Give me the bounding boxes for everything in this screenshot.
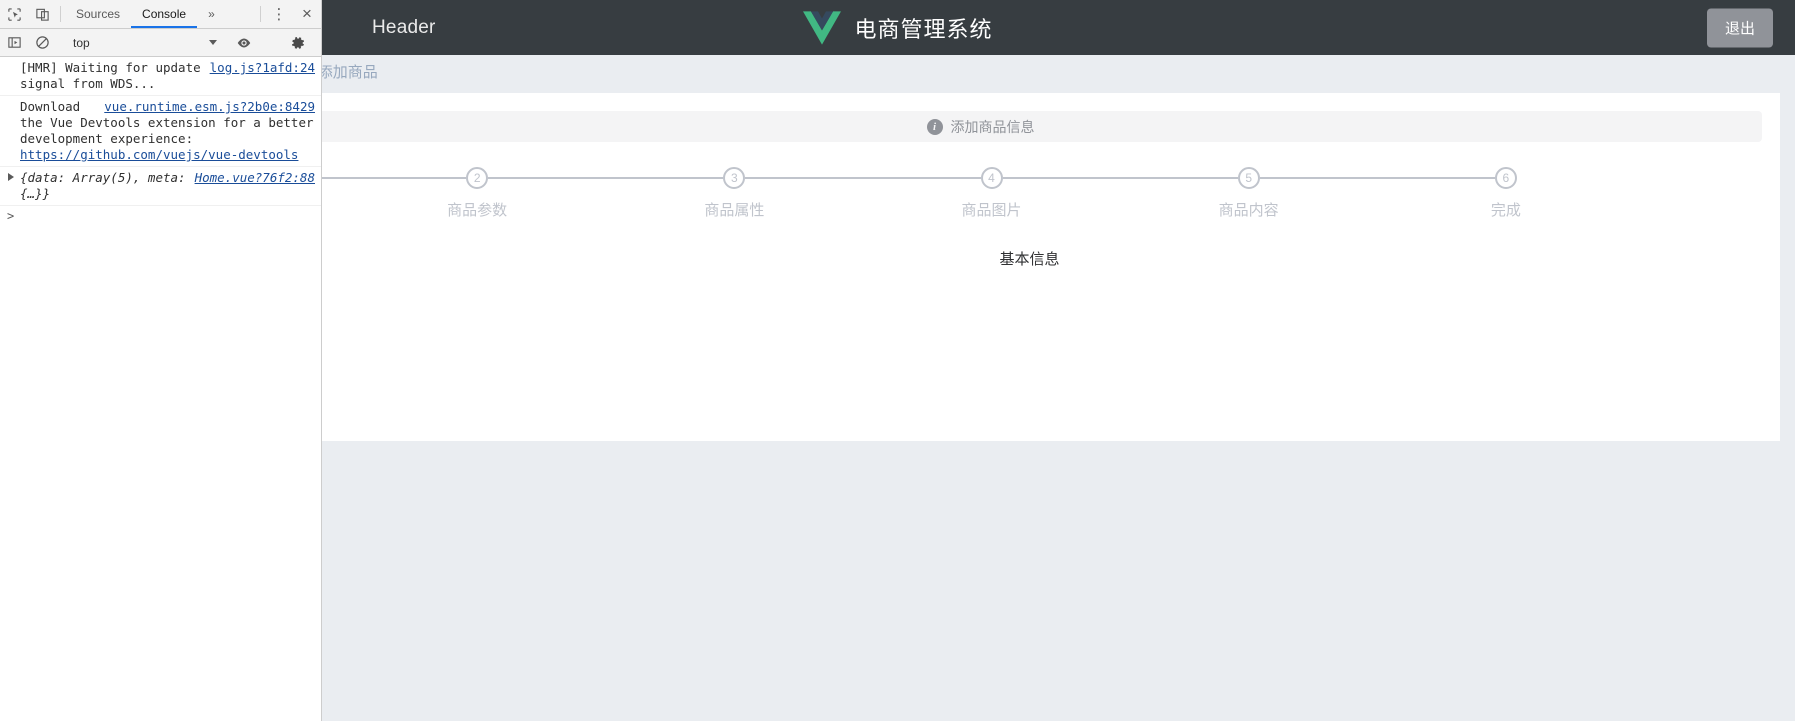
step-index: 6 <box>1494 167 1517 189</box>
breadcrumb-item-add-goods: 添加商品 <box>317 64 378 81</box>
console-message-object[interactable]: Home.vue?76f2:88 {data: Array(5), meta: … <box>0 167 321 206</box>
step-head: 2 <box>466 166 724 190</box>
execute-sidebar-icon[interactable] <box>0 35 28 50</box>
devtools-panel: Sources Console » ⋮ × top log.js?1afd:24… <box>0 0 322 721</box>
gear-icon[interactable] <box>284 35 312 51</box>
expand-triangle-icon[interactable] <box>8 173 14 181</box>
step-index: 5 <box>1237 167 1260 189</box>
live-expression-icon[interactable] <box>230 35 258 51</box>
step-index: 4 <box>980 167 1003 189</box>
step-2-goods-params[interactable]: 2 商品参数 <box>447 166 724 220</box>
divider <box>60 6 61 22</box>
console-message-source[interactable]: Home.vue?76f2:88 <box>195 170 315 186</box>
console-message-source[interactable]: vue.runtime.esm.js?2b0e:8429 <box>104 99 315 115</box>
divider <box>260 6 261 22</box>
tab-sources[interactable]: Sources <box>65 0 131 28</box>
steps-bar: 1 基本信息 2 商品参数 <box>190 166 1752 220</box>
step-head: 3 <box>723 166 981 190</box>
vue-logo-icon <box>802 10 841 45</box>
form-tabs: 商品参数 商品参数 商品属性 商品图片 商品内容 基本信息 <box>199 244 1762 419</box>
console-message-link[interactable]: https://github.com/vuejs/vue-devtools <box>20 147 298 162</box>
header-brand: 电商管理系统 <box>802 10 993 45</box>
tab-pane: 基本信息 <box>297 244 1762 419</box>
step-line <box>1002 177 1238 179</box>
step-3-goods-attributes[interactable]: 3 商品属性 <box>704 166 981 220</box>
breadcrumb: 首页 › 商品管理 › 添加商品 <box>166 55 1795 88</box>
main-content: 首页 › 商品管理 › 添加商品 i 添加商品信息 1 <box>166 55 1795 721</box>
alert-text: 添加商品信息 <box>950 118 1035 135</box>
prompt-arrow-icon: > <box>7 209 15 223</box>
clear-console-icon[interactable] <box>28 35 56 50</box>
devtools-tabbar: Sources Console » ⋮ × <box>0 0 321 29</box>
info-icon: i <box>926 118 943 135</box>
step-line <box>745 177 981 179</box>
step-title: 商品参数 <box>447 202 508 219</box>
kebab-menu-icon[interactable]: ⋮ <box>265 0 293 28</box>
header-left-text: Header <box>372 16 436 38</box>
step-title: 商品图片 <box>961 202 1022 219</box>
more-tabs-icon[interactable]: » <box>197 0 226 28</box>
step-title: 完成 <box>1490 202 1521 219</box>
step-head: 4 <box>980 166 1238 190</box>
add-goods-card: i 添加商品信息 1 基本信息 2 <box>181 93 1780 441</box>
step-title: 商品属性 <box>704 202 765 219</box>
console-message-source[interactable]: log.js?1afd:24 <box>210 60 315 76</box>
step-head: 5 <box>1237 166 1495 190</box>
console-message-text: {data: Array(5), meta: {…}} <box>20 170 186 201</box>
tab-console[interactable]: Console <box>131 0 198 28</box>
step-head: 6 <box>1494 166 1752 190</box>
console-message: vue.runtime.esm.js?2b0e:8429 Download th… <box>0 96 321 167</box>
close-icon[interactable]: × <box>293 0 321 28</box>
execution-context-value: top <box>73 35 90 50</box>
step-line <box>1259 177 1495 179</box>
step-title: 商品内容 <box>1218 202 1279 219</box>
device-toolbar-icon[interactable] <box>28 0 56 28</box>
screen: Header 电商管理系统 退出 添加商品 i 添加商品信息 2 商品参数 3 … <box>0 0 1795 721</box>
console-message: log.js?1afd:24 [HMR] Waiting for update … <box>0 57 321 96</box>
step-5-goods-content[interactable]: 5 商品内容 <box>1219 166 1495 220</box>
console-output: log.js?1afd:24 [HMR] Waiting for update … <box>0 57 321 721</box>
cursor-inspect-icon[interactable] <box>0 0 28 28</box>
tab-pane-text: 基本信息 <box>999 251 1060 268</box>
step-index: 3 <box>723 167 746 189</box>
chevron-down-icon <box>209 40 217 45</box>
console-prompt[interactable]: > <box>0 206 321 226</box>
app-title: 电商管理系统 <box>854 16 993 42</box>
step-6-complete[interactable]: 6 完成 <box>1491 166 1752 220</box>
step-4-goods-images[interactable]: 4 商品图片 <box>962 166 1238 220</box>
console-toolbar: top <box>0 29 321 57</box>
console-message-text: [HMR] Waiting for update signal from WDS… <box>20 60 201 91</box>
execution-context-select[interactable]: top <box>69 33 221 53</box>
info-alert: i 添加商品信息 <box>199 111 1762 142</box>
step-line <box>488 177 724 179</box>
step-index: 2 <box>466 167 489 189</box>
logout-button[interactable]: 退出 <box>1706 8 1773 47</box>
